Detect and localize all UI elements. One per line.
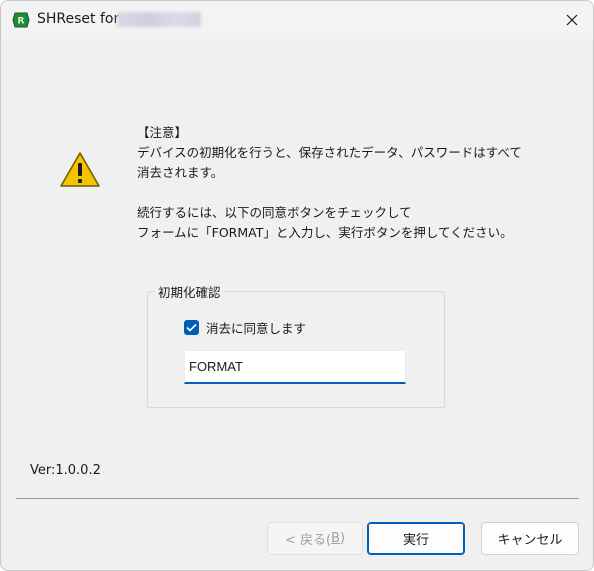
message-line-4: フォームに「FORMAT」と入力し、実行ボタンを押してください。 xyxy=(137,225,513,240)
message-line-2: 消去されます。 xyxy=(137,165,224,180)
window-title: SHReset for xyxy=(37,11,120,27)
close-button[interactable] xyxy=(559,9,585,31)
cancel-button[interactable]: キャンセル xyxy=(481,522,579,555)
message-line-3: 続行するには、以下の同意ボタンをチェックして xyxy=(137,205,412,220)
back-button-accel: B xyxy=(331,531,340,546)
shreset-logo-icon: R xyxy=(12,12,30,28)
warning-message: 【注意】 デバイスの初期化を行うと、保存されたデータ、パスワードはすべて 消去さ… xyxy=(137,123,567,243)
run-button[interactable]: 実行 xyxy=(367,522,465,555)
close-icon xyxy=(566,14,578,26)
redacted-device-name xyxy=(117,12,201,27)
back-button[interactable]: < 戻る(B) xyxy=(267,522,363,555)
agree-checkbox-row[interactable]: 消去に同意します xyxy=(184,318,306,337)
divider xyxy=(16,498,579,499)
confirm-group-label: 初期化確認 xyxy=(155,282,224,301)
agree-checkbox-label: 消去に同意します xyxy=(206,321,307,336)
checkmark-icon xyxy=(186,323,197,332)
back-button-suffix: ) xyxy=(339,531,346,546)
title-bar: R SHReset for xyxy=(1,1,593,39)
message-heading: 【注意】 xyxy=(137,125,188,140)
svg-text:R: R xyxy=(18,17,25,27)
message-line-1: デバイスの初期化を行うと、保存されたデータ、パスワードはすべて xyxy=(137,145,522,160)
format-input[interactable] xyxy=(184,350,406,384)
agree-checkbox[interactable] xyxy=(184,320,199,335)
version-label: Ver:1.0.0.2 xyxy=(30,463,101,478)
warning-icon xyxy=(60,152,100,187)
shreset-dialog: R SHReset for 【注意】 デバイスの初期化を行うと、保存されたデータ… xyxy=(0,0,594,571)
back-button-prefix: < 戻る( xyxy=(284,533,332,548)
